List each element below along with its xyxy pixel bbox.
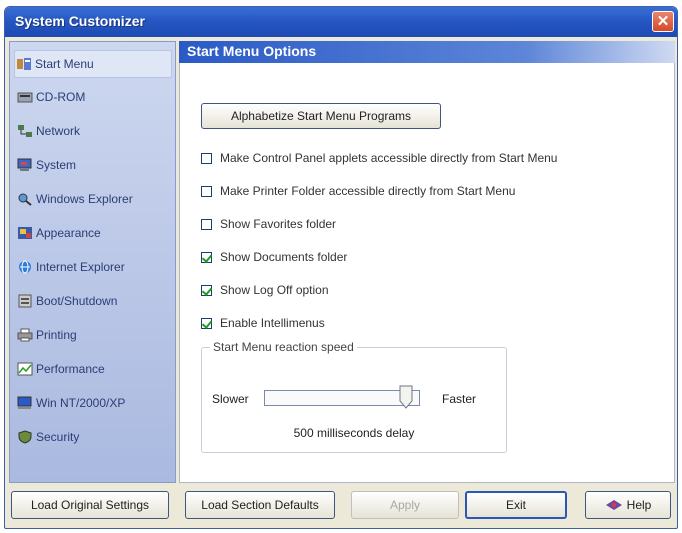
- reaction-speed-group: Start Menu reaction speed Slower Faster …: [201, 340, 507, 453]
- faster-label: Faster: [442, 392, 477, 406]
- window-title: System Customizer: [15, 13, 145, 29]
- help-button[interactable]: Help: [585, 491, 671, 519]
- win-nt-icon: [16, 395, 34, 411]
- sidebar-item-label: Windows Explorer: [36, 192, 133, 206]
- sidebar-item-win-nt[interactable]: Win NT/2000/XP: [16, 390, 168, 416]
- printer-icon: [16, 327, 34, 343]
- internet-explorer-icon: [16, 259, 34, 275]
- section-header: Start Menu Options: [179, 41, 675, 63]
- slower-label: Slower: [212, 392, 249, 406]
- main-panel: Alphabetize Start Menu Programs Make Con…: [179, 63, 675, 483]
- network-icon: [16, 123, 34, 139]
- system-icon: [16, 157, 34, 173]
- sidebar-item-label: Performance: [36, 362, 105, 376]
- windows-explorer-icon: [16, 191, 34, 207]
- boot-shutdown-icon: [16, 293, 34, 309]
- option-intellimenus[interactable]: Enable Intellimenus: [201, 316, 325, 330]
- sidebar-item-network[interactable]: Network: [16, 118, 168, 144]
- option-label: Enable Intellimenus: [220, 316, 325, 330]
- sidebar-item-cd-rom[interactable]: CD-ROM: [16, 84, 168, 110]
- load-original-settings-button[interactable]: Load Original Settings: [11, 491, 169, 519]
- sidebar-item-start-menu[interactable]: Start Menu: [14, 50, 172, 78]
- sidebar-item-label: Start Menu: [35, 57, 94, 71]
- alphabetize-button[interactable]: Alphabetize Start Menu Programs: [201, 103, 441, 129]
- option-printer-folder[interactable]: Make Printer Folder accessible directly …: [201, 184, 515, 198]
- sidebar-item-label: CD-ROM: [36, 90, 86, 104]
- sidebar-item-windows-explorer[interactable]: Windows Explorer: [16, 186, 168, 212]
- sidebar-item-security[interactable]: Security: [16, 424, 168, 450]
- sidebar-item-label: Network: [36, 124, 81, 138]
- sidebar: Start Menu CD-ROM Network System Windows…: [9, 41, 176, 483]
- option-log-off[interactable]: Show Log Off option: [201, 283, 329, 297]
- sidebar-item-label: Win NT/2000/XP: [36, 396, 126, 410]
- checkbox-checked[interactable]: [201, 317, 212, 329]
- checkbox[interactable]: [201, 218, 212, 230]
- exit-button[interactable]: Exit: [465, 491, 567, 519]
- option-label: Make Control Panel applets accessible di…: [220, 151, 558, 165]
- performance-icon: [16, 361, 34, 377]
- sidebar-item-appearance[interactable]: Appearance: [16, 220, 168, 246]
- checkbox[interactable]: [201, 185, 212, 197]
- speed-slider-track[interactable]: [264, 390, 420, 406]
- sidebar-item-label: Boot/Shutdown: [36, 294, 118, 308]
- option-label: Show Favorites folder: [220, 217, 337, 231]
- apply-button[interactable]: Apply: [351, 491, 459, 519]
- sidebar-item-label: Security: [36, 430, 80, 444]
- sidebar-item-label: Printing: [36, 328, 77, 342]
- option-favorites-folder[interactable]: Show Favorites folder: [201, 217, 336, 231]
- appearance-icon: [16, 225, 34, 241]
- sidebar-item-system[interactable]: System: [16, 152, 168, 178]
- delay-text: 500 milliseconds delay: [293, 426, 415, 440]
- title-bar[interactable]: System Customizer ✕: [5, 7, 677, 37]
- start-menu-icon: [15, 56, 33, 72]
- sidebar-item-label: Appearance: [36, 226, 101, 240]
- option-control-panel-applets[interactable]: Make Control Panel applets accessible di…: [201, 151, 557, 165]
- help-label: Help: [626, 498, 652, 512]
- close-button[interactable]: ✕: [652, 11, 674, 32]
- load-section-defaults-button[interactable]: Load Section Defaults: [185, 491, 335, 519]
- option-label: Make Printer Folder accessible directly …: [220, 184, 516, 198]
- sidebar-item-internet-explorer[interactable]: Internet Explorer: [16, 254, 168, 280]
- checkbox-checked[interactable]: [201, 284, 212, 296]
- group-legend: Start Menu reaction speed: [210, 340, 357, 354]
- speed-slider-thumb[interactable]: [399, 385, 413, 409]
- option-label: Show Log Off option: [220, 283, 329, 297]
- sidebar-item-boot-shutdown[interactable]: Boot/Shutdown: [16, 288, 168, 314]
- sidebar-item-performance[interactable]: Performance: [16, 356, 168, 382]
- sidebar-item-printing[interactable]: Printing: [16, 322, 168, 348]
- security-icon: [16, 429, 34, 445]
- checkbox[interactable]: [201, 152, 212, 164]
- help-icon: [605, 498, 623, 512]
- system-customizer-window: System Customizer ✕ Start Menu CD-ROM Ne…: [4, 6, 678, 529]
- sidebar-item-label: System: [36, 158, 77, 172]
- option-documents-folder[interactable]: Show Documents folder: [201, 250, 347, 264]
- cd-rom-icon: [16, 89, 34, 105]
- option-label: Show Documents folder: [220, 250, 348, 264]
- checkbox-checked[interactable]: [201, 251, 212, 263]
- sidebar-item-label: Internet Explorer: [36, 260, 125, 274]
